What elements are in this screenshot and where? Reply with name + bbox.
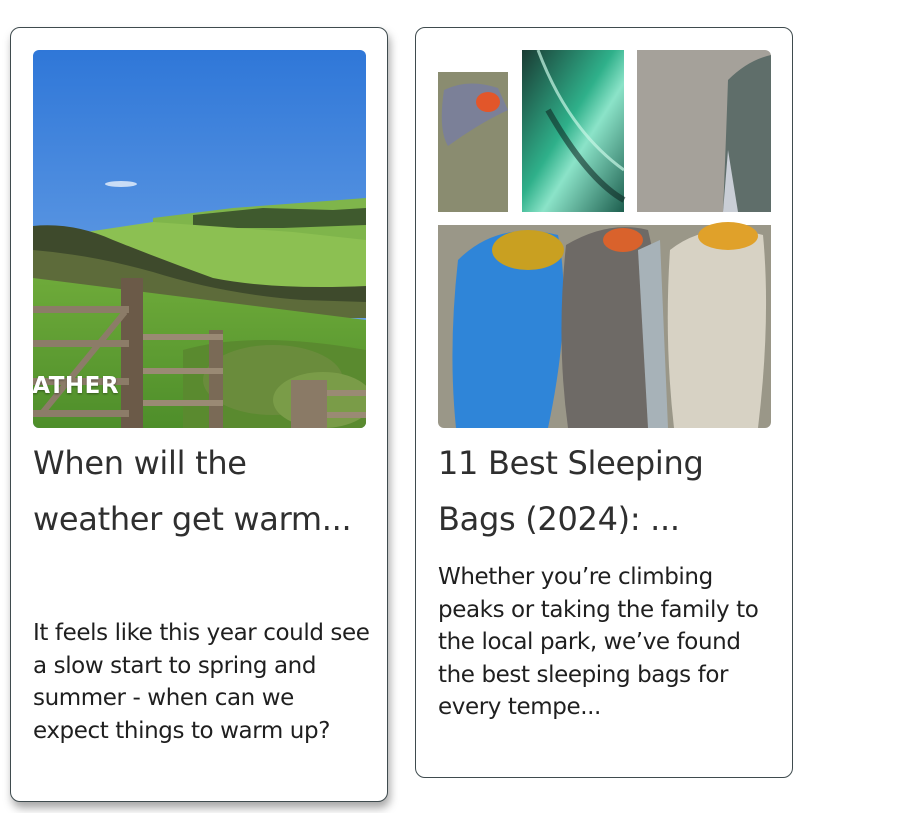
article-card-sleeping-bags[interactable]: 11 Best Sleeping Bags (2024): ... Whethe… bbox=[415, 27, 793, 778]
image-overlay-label: EATHER bbox=[33, 373, 120, 399]
article-description: It feels like this year could see a slow… bbox=[33, 620, 370, 744]
article-title[interactable]: 11 Best Sleeping Bags (2024): ... bbox=[438, 435, 774, 547]
article-thumbnail-sleeping-bags[interactable] bbox=[438, 50, 771, 428]
article-card-weather[interactable]: EATHER When will the weather get warm...… bbox=[10, 27, 388, 802]
article-thumbnail-countryside[interactable]: EATHER bbox=[33, 50, 366, 428]
article-description: Whether you’re climbing peaks or taking … bbox=[438, 564, 759, 720]
sleeping-bags-image bbox=[438, 50, 771, 428]
article-title[interactable]: When will the weather get warm... bbox=[33, 435, 369, 547]
countryside-image bbox=[33, 50, 366, 428]
